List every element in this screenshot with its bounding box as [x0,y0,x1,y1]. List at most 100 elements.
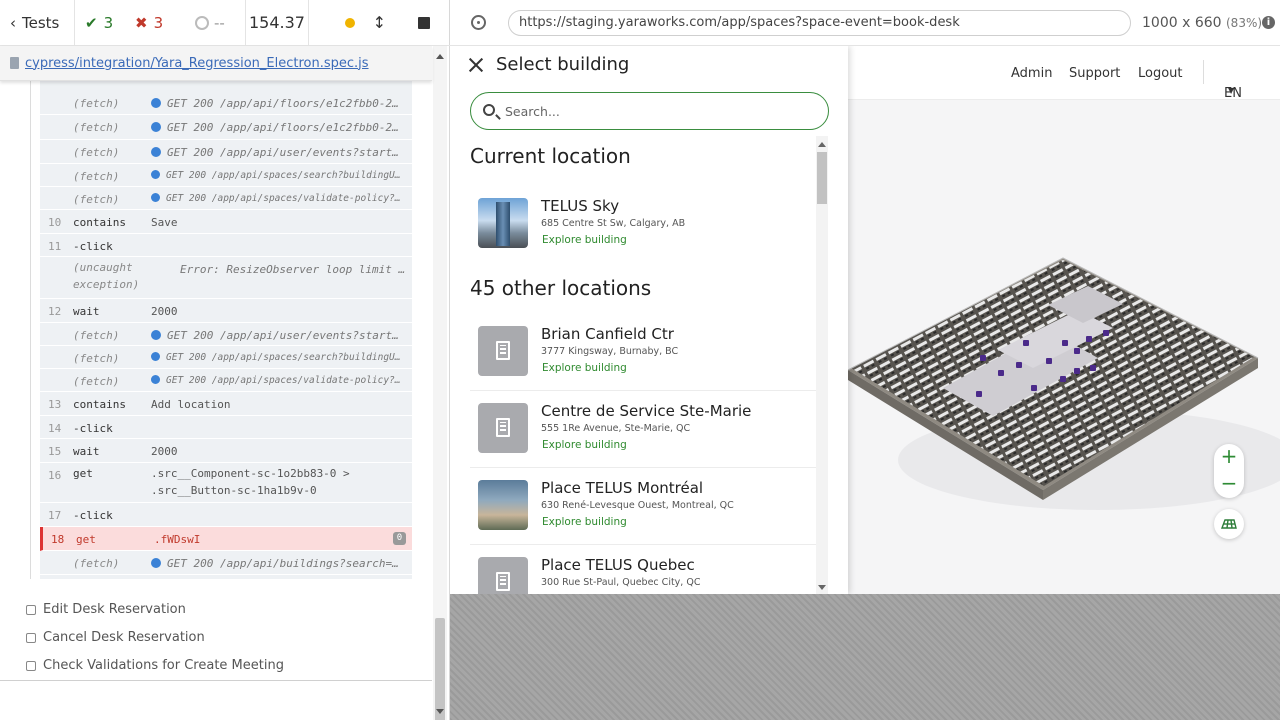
command-row[interactable]: 17 -click [40,503,412,527]
building-item[interactable]: Brian Canfield Ctr 3777 Kingsway, Burnab… [470,314,816,391]
command-row[interactable]: (fetch) GET 200 /app/api/buildings?search… [40,551,412,575]
building-photo [478,198,528,248]
auto-scroll-icon[interactable]: ↕ [373,13,386,32]
grid-icon [1220,519,1237,529]
drawer-scrollbar[interactable] [816,136,828,594]
scroll-up-arrow-icon[interactable] [818,142,826,147]
running-indicator-icon [344,17,355,28]
map-view-toggle-button[interactable] [1214,509,1244,539]
command-row[interactable]: 15 wait 2000 [40,439,412,463]
command-name: contains [73,216,126,229]
explore-building-link[interactable]: Explore building [542,234,627,246]
building-item[interactable]: Place TELUS Montréal 630 René-Levesque O… [470,468,816,545]
xhr-status-dot-icon [151,122,161,132]
spec-file-link[interactable]: cypress/integration/Yara_Regression_Elec… [25,56,369,71]
test-title: Edit Desk Reservation [43,602,186,617]
close-icon[interactable] [468,57,484,73]
stats-bar: ‹ Tests ✔ 3 ✖ 3 -- 154.37 ↕ [0,0,450,46]
command-message-text: 2000 [151,305,178,318]
building-search[interactable] [470,92,829,130]
test-check-validations[interactable]: Check Validations for Create Meeting [26,658,284,673]
command-row[interactable]: (fetch) GET 200 /app/api/floors/e1c2fbb0-… [40,115,412,140]
command-message: Add location [151,398,406,411]
command-indent-guide [30,81,31,579]
command-row[interactable]: 16 get .src__Component-sc-1o2bb83-0 > .src… [40,463,412,503]
zoom-control: + − [1214,444,1244,498]
command-row[interactable]: 10 contains Save [40,210,412,234]
pending-value: -- [214,13,225,32]
command-message-text: GET 200 /app/api/buildings?search=… [167,557,399,570]
scroll-up-arrow-icon[interactable] [436,54,444,59]
command-name: (fetch) [73,146,120,159]
nav-logout[interactable]: Logout [1138,66,1183,81]
spec-file-bar[interactable]: cypress/integration/Yara_Regression_Elec… [0,46,432,81]
explore-building-link[interactable]: Explore building [542,439,627,451]
screen: ‹ Tests ✔ 3 ✖ 3 -- 154.37 ↕ cypress/inte… [0,0,1280,720]
scrollbar-thumb[interactable] [435,618,445,720]
url-field[interactable]: https://staging.yaraworks.com/app/spaces… [508,10,1131,36]
pending-count: -- [195,0,245,46]
info-icon[interactable]: i [1262,16,1275,29]
nav-support[interactable]: Support [1069,66,1120,81]
viewport-outside-area [450,594,1280,720]
command-name: -click [73,240,113,253]
command-message: 2000 [151,305,406,318]
building-address: 685 Centre St Sw, Calgary, AB [541,218,686,229]
command-name: get [76,533,96,546]
caret-down-icon: ▼ [1228,86,1235,95]
command-message-text: GET 200 /app/api/user/events?start… [167,329,399,342]
xhr-status-dot-icon [151,330,161,340]
test-edit-desk-reservation[interactable]: Edit Desk Reservation [26,602,186,617]
selector-playground-icon[interactable] [471,15,486,30]
building-name: TELUS Sky [541,197,620,215]
runner-scrollbar[interactable] [433,46,447,720]
command-row[interactable]: 14 -click [40,416,412,439]
building-name: Place TELUS Quebec [541,556,695,574]
command-row[interactable]: (fetch) GET 200 /app/api/floors/e1c2fbb0-… [40,91,412,115]
command-row[interactable]: (fetch) GET 200 /app/api/spaces/search?bu… [40,346,412,369]
building-item[interactable]: Place TELUS Quebec 300 Rue St-Paul, Queb… [470,545,816,594]
scrollbar-thumb[interactable] [817,152,827,204]
nav-separator [1203,60,1204,84]
command-row[interactable]: (fetch) GET 200 /app/api/user/events?star… [40,323,412,346]
run-controls: ↕ [309,0,450,46]
test-cancel-desk-reservation[interactable]: Cancel Desk Reservation [26,630,205,645]
building-address: 555 1Re Avenue, Ste-Marie, QC [541,423,691,434]
command-message: GET 200 /app/api/spaces/search?buildingU… [151,352,406,363]
command-row[interactable]: 11 -click [40,234,412,257]
search-input[interactable] [505,101,805,121]
scroll-down-arrow-icon[interactable] [818,585,826,590]
explore-building-link[interactable]: Explore building [542,362,627,374]
zoom-in-button[interactable]: + [1214,444,1244,471]
command-number: 17 [48,509,62,522]
nav-admin[interactable]: Admin [1011,66,1052,81]
command-name: (fetch) [73,329,120,342]
tests-button[interactable]: ‹ Tests [0,0,75,46]
command-message-text: GET 200 /app/api/floors/e1c2fbb0-2… [167,121,399,134]
explore-building-link[interactable]: Explore building [542,516,627,528]
building-item[interactable]: Centre de Service Ste-Marie 555 1Re Aven… [470,391,816,468]
building-item-current[interactable]: TELUS Sky 685 Centre St Sw, Calgary, AB … [470,186,816,263]
building-address: 300 Rue St-Paul, Quebec City, QC [541,577,701,588]
xhr-status-dot-icon [151,352,160,361]
command-name: -click [73,422,113,435]
command-message-text: .fWDswI [154,533,201,546]
command-row[interactable]: 13 contains Add location [40,392,412,416]
command-row[interactable]: (fetch) GET 200 /app/api/user/events?star… [40,140,412,164]
command-message: GET 200 /app/api/spaces/validate-policy?… [151,193,406,204]
command-row[interactable]: (fetch) GET 200 /app/api/spaces/search?bu… [40,164,412,187]
command-row[interactable]: 12 wait 2000 [40,299,412,323]
stop-icon[interactable] [418,16,430,29]
command-row-failed[interactable]: 18 get .fWDswI 0 [40,527,412,551]
command-row[interactable]: (uncaught exception) Error: ResizeObserve… [40,257,412,299]
command-row[interactable]: (fetch) GET 200 /app/api/spaces/validate-… [40,369,412,392]
command-message: GET 200 /app/api/buildings?search=… [151,557,406,570]
failed-count: ✖ 3 [135,0,195,46]
command-message: GET 200 /app/api/user/events?start… [151,329,406,342]
building-name: Centre de Service Ste-Marie [541,402,752,420]
command-message-text: GET 200 /app/api/floors/e1c2fbb0-2… [167,97,399,110]
scroll-down-arrow-icon[interactable] [436,709,444,714]
command-row[interactable]: (fetch) GET 200 /app/api/spaces/validate-… [40,187,412,210]
zoom-out-button[interactable]: − [1214,471,1244,498]
command-name: (fetch) [73,375,120,388]
